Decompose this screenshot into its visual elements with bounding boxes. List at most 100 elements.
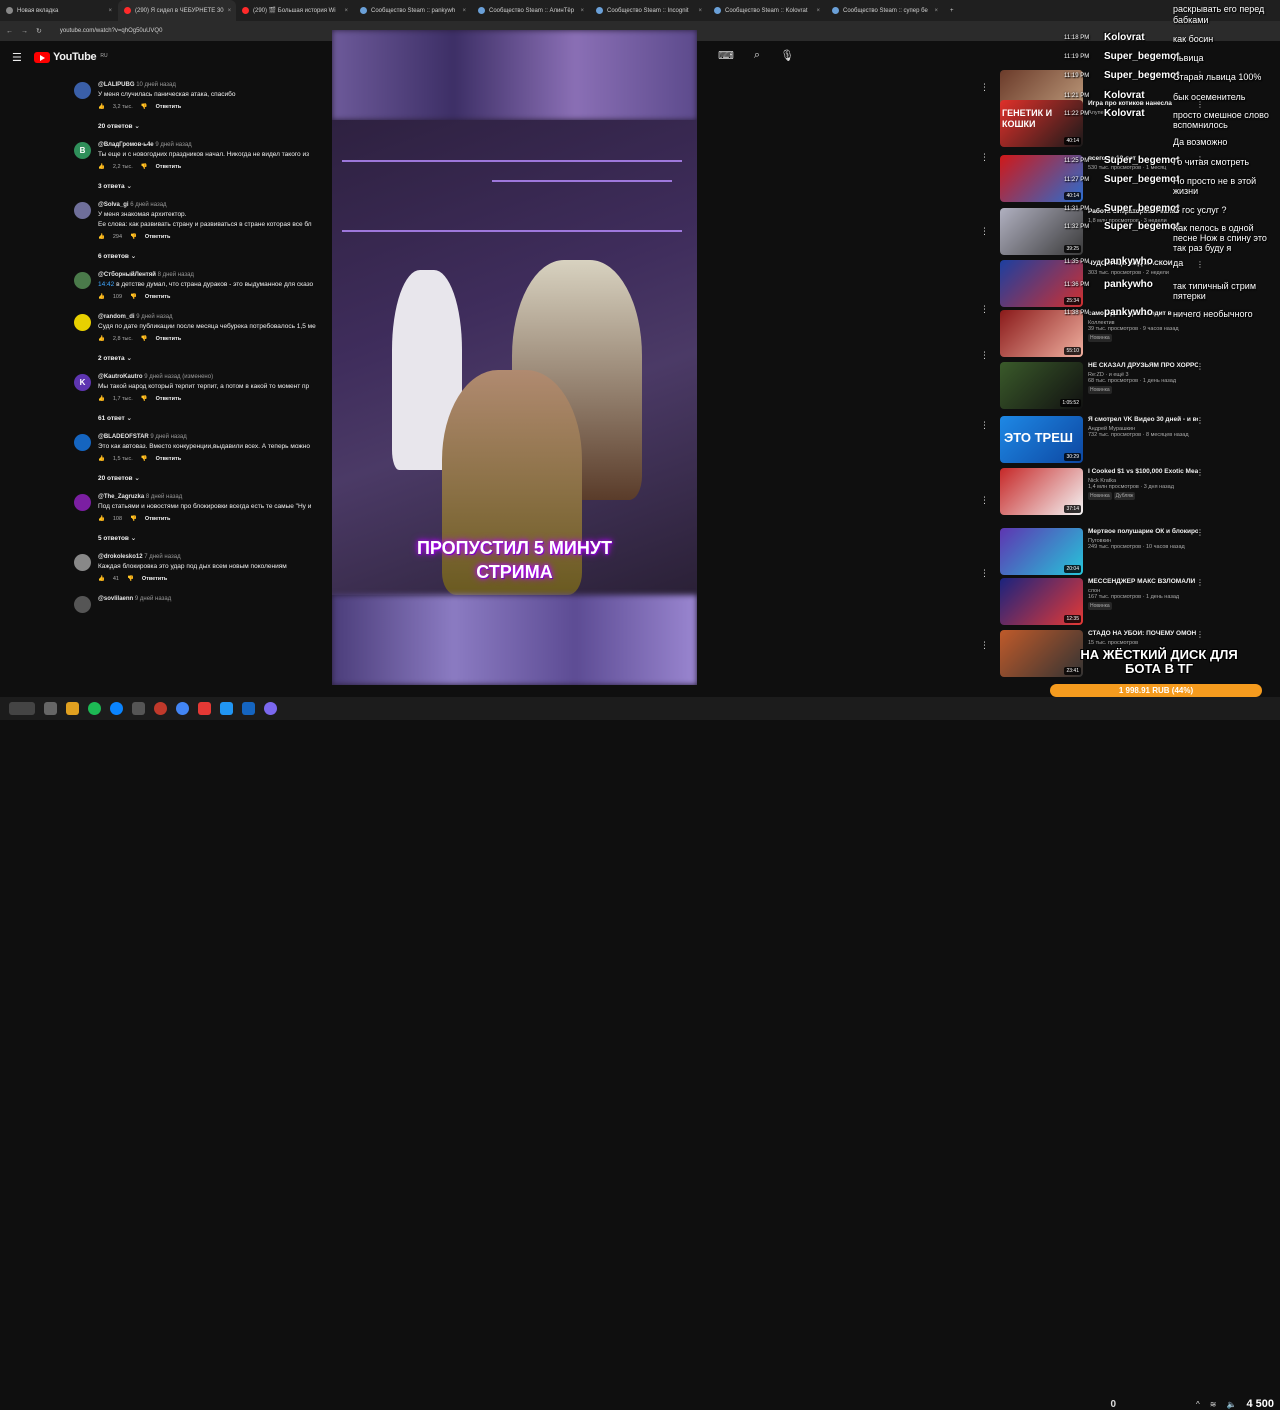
related-video[interactable]: 1:05:52 НЕ СКАЗАЛ ДРУЗЬЯМ ПРО ХОРРОР МОДЫ… xyxy=(1000,362,1280,414)
comment-time[interactable]: 8 дней назад xyxy=(146,494,182,500)
reply-button[interactable]: Ответить xyxy=(145,516,170,522)
video-title[interactable]: СТАДО НА УБОЙ: ПОЧЕМУ ОМОН ЗАЧИЩАЕТ СЕЛА… xyxy=(1088,630,1198,638)
close-icon[interactable]: × xyxy=(580,8,584,14)
youtube-logo[interactable]: YouTube RU xyxy=(34,51,108,63)
video-thumbnail[interactable]: 20:04 xyxy=(1000,528,1083,575)
widgets-icon[interactable] xyxy=(9,702,35,715)
close-icon[interactable]: × xyxy=(108,8,112,14)
like-icon[interactable]: 👍 xyxy=(98,164,105,170)
volume-icon[interactable]: 🔈 xyxy=(1227,1400,1237,1409)
avatar[interactable] xyxy=(74,494,91,511)
author-name[interactable]: @random_di xyxy=(98,314,135,320)
comment-author[interactable]: @drokolesko12 7 дней назад xyxy=(98,550,334,560)
reply-button[interactable]: Ответить xyxy=(145,294,170,300)
replies-count[interactable]: 61 ответ xyxy=(98,415,125,422)
dislike-icon[interactable]: 👎 xyxy=(130,234,137,240)
replies-count[interactable]: 20 ответов xyxy=(98,475,133,482)
replies-toggle[interactable]: 20 ответов ⌄ xyxy=(98,122,334,130)
mic-icon[interactable]: 🎙 xyxy=(780,49,794,62)
related-video[interactable]: 37:14 I Cooked $1 vs $100,000 Exotic Meat… xyxy=(1000,468,1280,520)
dislike-icon[interactable]: 👎 xyxy=(127,576,134,582)
video-thumbnail[interactable]: ЭТО ТРЕШ 30:29 xyxy=(1000,416,1083,463)
video-thumbnail[interactable]: 37:14 xyxy=(1000,468,1083,515)
more-icon[interactable]: ⋮ xyxy=(980,495,989,506)
author-name[interactable]: @СтборныйЛентяй xyxy=(98,272,156,278)
more-icon[interactable]: ⋮ xyxy=(980,568,989,579)
comment-time[interactable]: 9 дней назад xyxy=(155,142,191,148)
dislike-icon[interactable]: 👎 xyxy=(141,104,148,110)
author-name[interactable]: @KautroKautro xyxy=(98,374,143,380)
more-icon[interactable]: ⋮ xyxy=(1196,630,1204,639)
comment-author[interactable]: @ВладГромов-ь4е 9 дней назад xyxy=(98,138,334,148)
comment-time[interactable]: 9 дней назад xyxy=(135,596,171,602)
replies-count[interactable]: 6 ответов xyxy=(98,253,129,260)
dislike-icon[interactable]: 👎 xyxy=(141,456,148,462)
related-video[interactable]: ЭТО ТРЕШ 30:29 Я смотрел VK Видео 30 дней … xyxy=(1000,416,1280,468)
app-icon-red[interactable] xyxy=(154,702,167,715)
more-icon[interactable]: ⋮ xyxy=(1196,362,1204,371)
chevron-up-icon[interactable]: ^ xyxy=(1196,1400,1200,1409)
reply-button[interactable]: Ответить xyxy=(156,164,181,170)
reply-button[interactable]: Ответить xyxy=(142,576,167,582)
tab-6[interactable]: Сообщество Steam :: Kolovrat × xyxy=(708,0,826,21)
comment-time[interactable]: 10 дней назад xyxy=(136,82,176,88)
avatar[interactable] xyxy=(74,554,91,571)
author-name[interactable]: @drokolesko12 xyxy=(98,554,143,560)
more-icon[interactable]: ⋮ xyxy=(1196,578,1204,587)
store-icon[interactable] xyxy=(220,702,233,715)
video-title[interactable]: Я смотрел VK Видео 30 дней - и вот что с… xyxy=(1088,416,1198,424)
comment-time[interactable]: 9 дней назад xyxy=(150,434,186,440)
replies-count[interactable]: 3 ответа xyxy=(98,183,125,190)
back-icon[interactable]: ← xyxy=(6,28,13,35)
like-icon[interactable]: 👍 xyxy=(98,396,105,402)
video-title[interactable]: МЕССЕНДЖЕР МАКС ВЗЛОМАЛИ xyxy=(1088,578,1198,586)
replies-count[interactable]: 2 ответа xyxy=(98,355,125,362)
chrome-icon[interactable] xyxy=(176,702,189,715)
new-tab-button[interactable]: + xyxy=(944,0,964,21)
more-icon[interactable]: ⋮ xyxy=(980,226,989,237)
like-icon[interactable]: 👍 xyxy=(98,234,105,240)
author-name[interactable]: @BLADEOFSTAR xyxy=(98,434,149,440)
tab-2[interactable]: (290) 🎬 Большая история Wi × xyxy=(236,0,354,21)
author-name[interactable]: @Solva_gi xyxy=(98,202,129,208)
like-icon[interactable]: 👍 xyxy=(98,516,105,522)
more-icon[interactable]: ⋮ xyxy=(1196,468,1204,477)
comment-author[interactable]: @BLADEOFSTAR 9 дней назад xyxy=(98,430,334,440)
avatar[interactable] xyxy=(74,272,91,289)
comment-author[interactable]: @Solva_gi 6 дней назад xyxy=(98,198,334,208)
replies-toggle[interactable]: 20 ответов ⌄ xyxy=(98,474,334,482)
tab-5[interactable]: Сообщество Steam :: Incognit × xyxy=(590,0,708,21)
comment-time[interactable]: 8 дней назад xyxy=(158,272,194,278)
comment-time[interactable]: 7 дней назад xyxy=(144,554,180,560)
tab-7[interactable]: Сообщество Steam :: супер бе × xyxy=(826,0,944,21)
terminal-icon[interactable] xyxy=(132,702,145,715)
discord-icon[interactable] xyxy=(264,702,277,715)
folder-icon[interactable] xyxy=(66,702,79,715)
more-icon[interactable]: ⋮ xyxy=(980,350,989,361)
more-icon[interactable]: ⋮ xyxy=(980,152,989,163)
avatar[interactable] xyxy=(74,202,91,219)
dislike-icon[interactable]: 👎 xyxy=(130,516,137,522)
more-icon[interactable]: ⋮ xyxy=(980,82,989,93)
close-icon[interactable]: × xyxy=(698,8,702,14)
tab-3[interactable]: Сообщество Steam :: pankywh × xyxy=(354,0,472,21)
dislike-icon[interactable]: 👎 xyxy=(141,336,148,342)
vivaldi-icon[interactable] xyxy=(198,702,211,715)
author-name[interactable]: @The_Zagruzka xyxy=(98,494,144,500)
comment-author[interactable]: @The_Zagruzka 8 дней назад xyxy=(98,490,334,500)
tab-1[interactable]: (290) Я сидел в ЧЕБУРНЕТЕ 30 × xyxy=(118,0,236,21)
author-name[interactable]: @sovlilaenn xyxy=(98,596,133,602)
more-icon[interactable]: ⋮ xyxy=(980,640,989,651)
tab-4[interactable]: Сообщество Steam :: АлинТёр × xyxy=(472,0,590,21)
video-thumbnail[interactable]: 12:35 xyxy=(1000,578,1083,625)
author-name[interactable]: @ВладГромов-ь4е xyxy=(98,142,154,148)
comment-author[interactable]: @СтборныйЛентяй 8 дней назад xyxy=(98,268,334,278)
menu-icon[interactable]: ☰ xyxy=(12,51,22,64)
replies-toggle[interactable]: 6 ответов ⌄ xyxy=(98,252,334,260)
avatar[interactable] xyxy=(74,596,91,613)
comment-time[interactable]: 9 дней назад xyxy=(136,314,172,320)
close-icon[interactable]: × xyxy=(816,8,820,14)
close-icon[interactable]: × xyxy=(228,8,232,14)
dislike-icon[interactable]: 👎 xyxy=(130,294,137,300)
avatar[interactable] xyxy=(74,314,91,331)
